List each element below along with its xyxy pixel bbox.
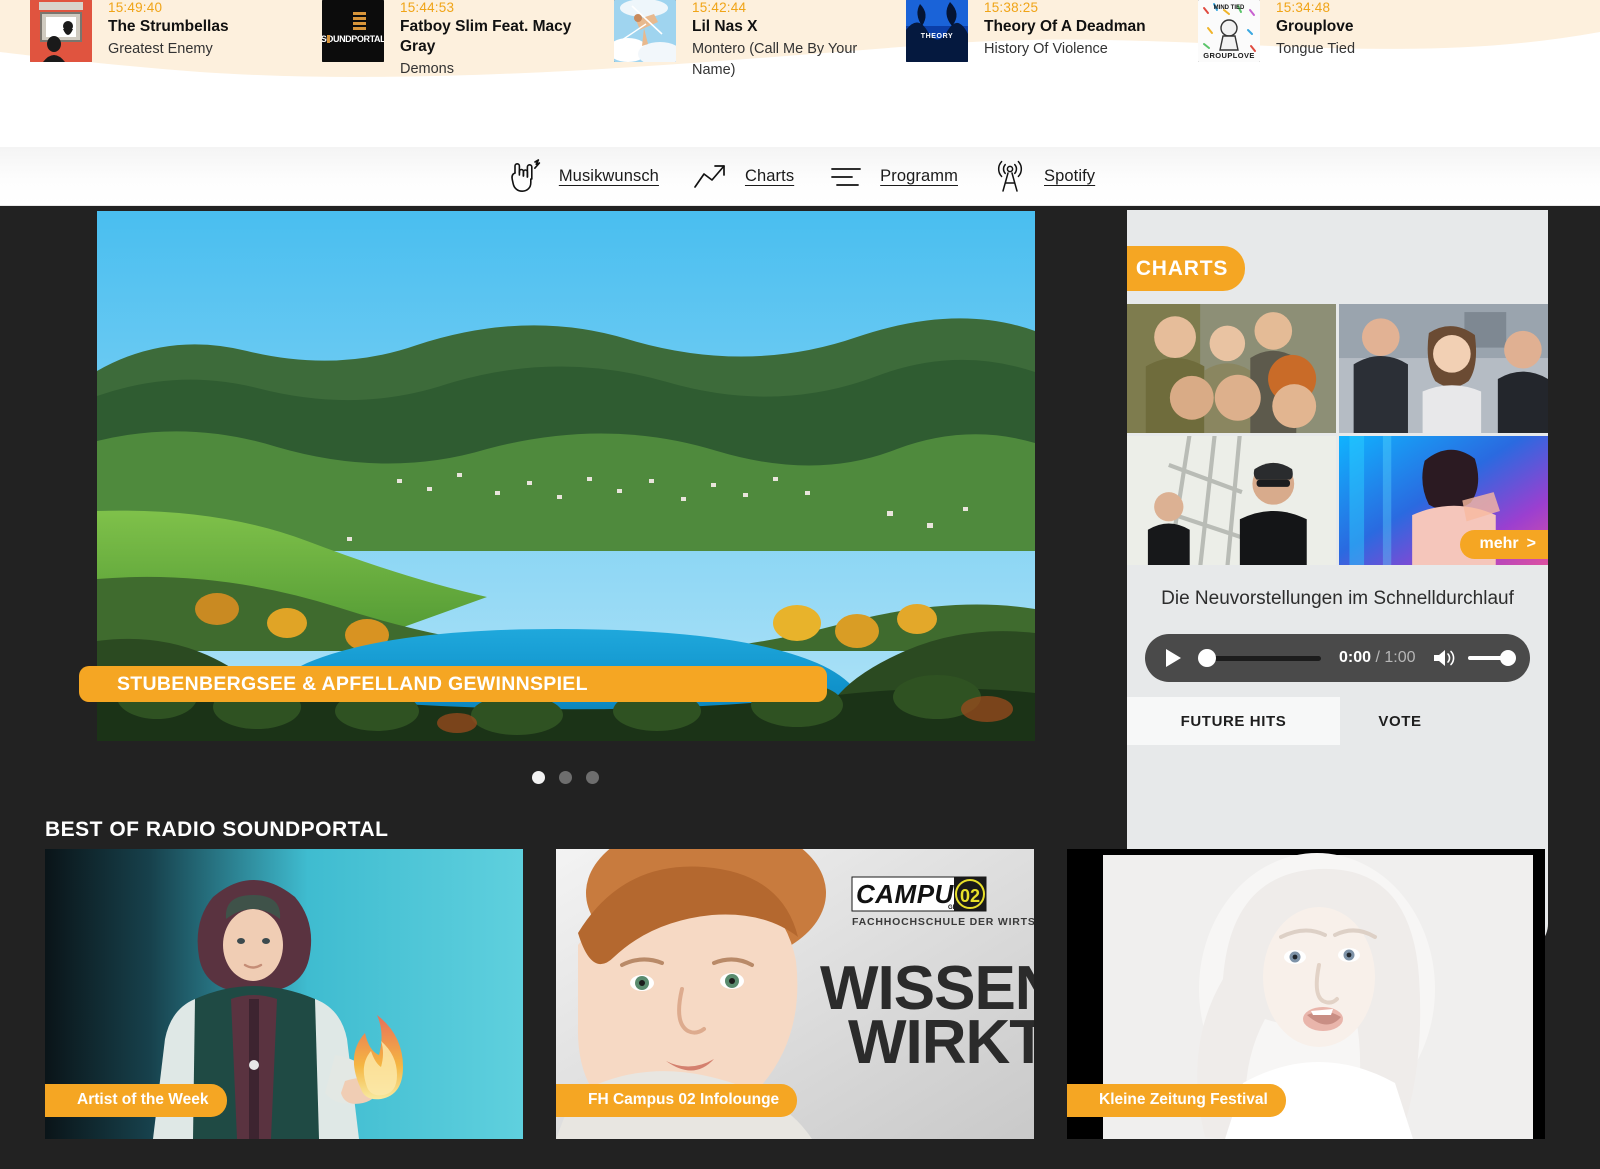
ticker-artist: The Strumbellas [108,18,229,35]
tab-vote-label: VOTE [1378,712,1422,730]
bestof-card-artist-of-the-week[interactable]: Artist of the Week [45,849,523,1139]
bestof-card-kleine-zeitung[interactable]: Kleine Zeitung Festival [1067,849,1545,1139]
hero-slide-image[interactable] [97,211,1035,741]
charts-badge-label: CHARTS [1135,256,1229,280]
svg-text:GROUPLOVE: GROUPLOVE [1203,51,1255,60]
carousel-dot-2[interactable] [558,771,572,784]
ticker-item[interactable]: 15:49:40 The Strumbellas Greatest Enemy [30,0,322,88]
volume-slider[interactable] [1467,650,1516,666]
ticker-artist: Fatboy Slim Feat. Macy Gray [400,18,572,55]
hero-carousel: STUBENBERGSEE & APFELLAND GEWINNSPIEL CH… [0,206,1600,950]
bestof-cards: Artist of the Week CAMPUS 02 FACHHOCHSCH… [45,849,1565,1149]
ticker-item[interactable]: MIND TIED GROUPLOVE 15:34:48 Grouplove T… [1198,0,1490,88]
nav-items: Musikwunsch Charts Programm Spotify [489,158,1111,196]
list-lines-icon [826,158,866,196]
nav-item-musikwunsch[interactable]: Musikwunsch [489,158,675,196]
album-art-theory: THEORY [906,0,968,62]
carousel-dots [0,771,1130,784]
now-playing-ticker: 15:49:40 The Strumbellas Greatest Enemy … [0,0,1600,147]
ticker-item[interactable]: THEORY 15:38:25 Theory Of A Deadman Hist… [906,0,1198,88]
seek-knob[interactable] [1198,649,1216,667]
player-duration: 1:00 [1384,649,1416,666]
play-button[interactable] [1161,646,1185,670]
svg-text:SOUNDPORTAL: SOUNDPORTAL [322,34,384,44]
radio-tower-icon [990,158,1030,196]
ticker-title: Demons [400,61,454,77]
album-art-strumbellas [30,0,92,62]
bestof-card-tag-kleine-zeitung[interactable]: Kleine Zeitung Festival [1067,1084,1286,1117]
ticker-artist: Theory Of A Deadman [984,18,1146,35]
audio-player: 0:00 / 1:00 [1145,634,1530,682]
ticker-item[interactable]: 15:42:44 Lil Nas X Montero (Call Me By Y… [614,0,906,88]
bestof-section-title: BEST OF RADIO SOUNDPORTAL [45,818,389,841]
player-time-separator: / [1375,649,1380,666]
charts-badge[interactable]: CHARTS [1127,246,1245,291]
ticker-time: 15:34:48 [1276,0,1331,15]
play-icon [1165,649,1181,667]
player-current-time: 0:00 [1339,649,1372,666]
charts-thumb-2[interactable] [1339,304,1548,433]
nav-label-musikwunsch: Musikwunsch [558,167,659,185]
bestof-card-campus02[interactable]: CAMPUS GRAZ 02 FACHHOCHSCHULE DER WIRTSC… [556,849,1034,1139]
charts-panel: CHARTS mehr > Die Neuvorstellungen im Sc… [1127,210,1548,950]
ticker-title: Greatest Enemy [108,41,213,57]
nav-label-programm: Programm [880,167,958,185]
svg-text:THEORY: THEORY [921,33,954,40]
tab-future-hits-label: FUTURE HITS [1180,712,1287,730]
svg-text:MIND TIED: MIND TIED [1214,5,1245,11]
charts-description: Die Neuvorstellungen im Schnelldurchlauf [1161,588,1514,609]
hero-caption-text: STUBENBERGSEE & APFELLAND GEWINNSPIEL [117,672,588,695]
nav-item-programm[interactable]: Programm [810,158,974,196]
player-time: 0:00 / 1:00 [1339,649,1416,667]
trending-arrow-icon [691,158,731,196]
svg-text:FACHHOCHSCHULE DER WIRTSCHAFT: FACHHOCHSCHULE DER WIRTSCHAFT [852,916,1034,928]
album-art-montero [614,0,676,62]
chevron-right-icon: > [1526,535,1536,552]
volume-knob[interactable] [1500,650,1516,666]
ticker-time: 15:42:44 [692,0,747,15]
ticker-title: Montero (Call Me By Your Name) [692,41,858,78]
album-art-grouplove: MIND TIED GROUPLOVE [1198,0,1260,62]
tab-future-hits[interactable]: FUTURE HITS [1127,697,1340,745]
charts-thumb-4[interactable]: mehr > [1339,436,1548,565]
ticker-time: 15:49:40 [108,0,163,15]
carousel-dot-3[interactable] [585,771,599,784]
ticker-artist: Lil Nas X [692,18,758,35]
ticker-artist: Grouplove [1276,18,1354,35]
nav-item-spotify[interactable]: Spotify [974,158,1111,196]
main-navigation: Musikwunsch Charts Programm Spotify [0,147,1600,206]
charts-thumb-3[interactable] [1127,436,1336,565]
svg-text:WIRKT.: WIRKT. [848,1008,1034,1077]
charts-tabs: FUTURE HITS VOTE [1127,697,1548,745]
charts-more-label: mehr [1479,535,1519,552]
nav-label-charts: Charts [744,167,795,185]
nav-label-spotify: Spotify [1044,167,1096,185]
tab-vote[interactable]: VOTE [1340,697,1460,745]
ticker-time: 15:44:53 [400,0,455,15]
seek-slider[interactable] [1198,649,1321,667]
rock-hand-icon [505,158,545,196]
main-content: STUBENBERGSEE & APFELLAND GEWINNSPIEL CH… [0,206,1600,1169]
album-art-soundportal: SOUNDPORTAL [322,0,384,62]
ticker-time: 15:38:25 [984,0,1039,15]
ticker-title: History Of Violence [984,41,1108,57]
volume-icon[interactable] [1432,647,1456,669]
ticker-item[interactable]: SOUNDPORTAL 15:44:53 Fatboy Slim Feat. M… [322,0,614,88]
charts-more-button[interactable]: mehr > [1459,530,1548,559]
hero-caption-banner[interactable]: STUBENBERGSEE & APFELLAND GEWINNSPIEL [79,666,827,702]
ticker-title: Tongue Tied [1276,41,1356,57]
svg-text:02: 02 [960,886,980,906]
nav-item-charts[interactable]: Charts [675,158,810,196]
charts-thumb-1[interactable] [1127,304,1336,433]
charts-thumbnail-grid: mehr > [1127,304,1548,565]
carousel-dot-1[interactable] [531,771,545,784]
ticker-row: 15:49:40 The Strumbellas Greatest Enemy … [0,0,1600,88]
bestof-card-tag-campus02[interactable]: FH Campus 02 Infolounge [556,1084,798,1117]
bestof-card-tag-artist[interactable]: Artist of the Week [45,1084,227,1117]
